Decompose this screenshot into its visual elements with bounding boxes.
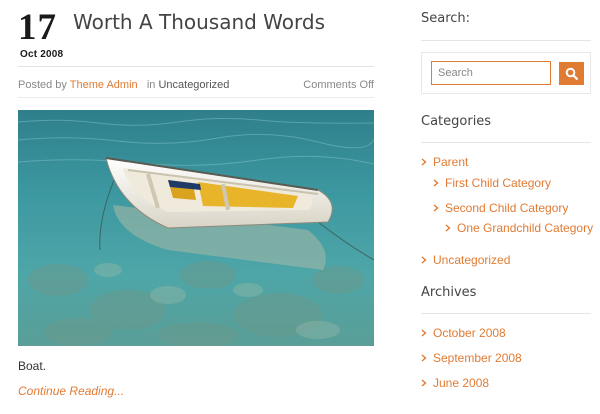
post-title[interactable]: Worth A Thousand Words xyxy=(73,10,325,34)
post-date-month: Oct 2008 xyxy=(20,49,64,60)
search-input[interactable] xyxy=(431,61,551,85)
post-date-day: 17 xyxy=(18,7,57,48)
search-button[interactable] xyxy=(559,62,584,85)
category-link[interactable]: Uncategorized xyxy=(158,79,229,91)
archive-link[interactable]: June 2008 xyxy=(433,376,489,390)
chevron-right-icon xyxy=(445,224,451,232)
archive-link[interactable]: September 2008 xyxy=(433,351,522,365)
continue-reading-link[interactable]: Continue Reading... xyxy=(18,384,124,398)
divider xyxy=(18,66,374,67)
in-label: in xyxy=(146,79,156,91)
category-first-child[interactable]: First Child Category xyxy=(445,176,551,190)
comments-status: Comments Off xyxy=(303,79,374,91)
chevron-right-icon xyxy=(421,158,427,166)
categories-widget-title: Categories xyxy=(421,114,492,129)
author-link[interactable]: Theme Admin xyxy=(70,79,138,91)
post-meta: Posted by Theme Admin in Uncategorized C… xyxy=(18,79,374,91)
chevron-right-icon xyxy=(421,256,427,264)
post-excerpt: Boat. xyxy=(18,359,47,373)
search-icon xyxy=(565,67,578,80)
search-widget-title: Search: xyxy=(421,11,471,26)
divider xyxy=(421,142,591,143)
search-form xyxy=(421,52,591,94)
chevron-right-icon xyxy=(421,329,427,337)
category-parent[interactable]: Parent xyxy=(433,155,468,169)
posted-by-label: Posted by xyxy=(18,79,67,91)
category-second-child[interactable]: Second Child Category xyxy=(445,201,568,215)
chevron-right-icon xyxy=(433,204,439,212)
category-grandchild[interactable]: One Grandchild Category xyxy=(457,221,593,235)
divider xyxy=(18,97,374,98)
divider xyxy=(421,40,591,41)
chevron-right-icon xyxy=(421,354,427,362)
category-uncategorized[interactable]: Uncategorized xyxy=(433,253,510,267)
chevron-right-icon xyxy=(433,179,439,187)
archive-link[interactable]: October 2008 xyxy=(433,326,506,340)
archives-widget-title: Archives xyxy=(421,285,477,300)
chevron-right-icon xyxy=(421,379,427,387)
divider xyxy=(421,313,591,314)
post-image xyxy=(18,110,374,346)
